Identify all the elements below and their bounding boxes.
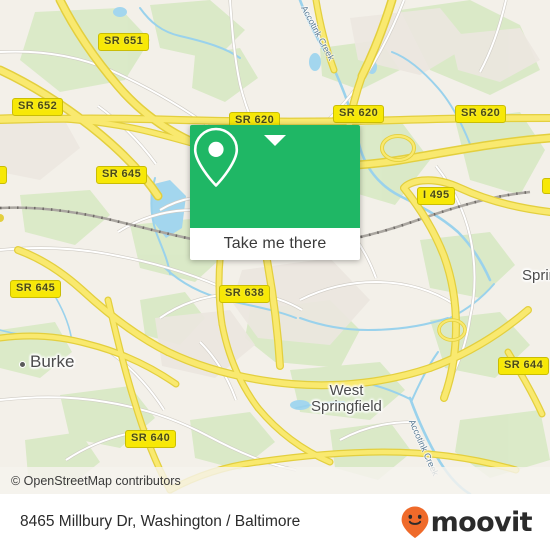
road-shield-sr-652[interactable]: SR 652 [12,98,64,116]
osm-attribution-text[interactable]: © OpenStreetMap contributors [0,474,181,488]
road-shield-clipped-right[interactable] [542,178,550,194]
address-label: 8465 Millbury Dr, Washington / Baltimore [20,513,301,530]
moovit-wordmark: moovit [430,506,533,538]
footer-bar: 8465 Millbury Dr, Washington / Baltimore… [0,494,550,550]
road-shield-sr-620-mid[interactable]: SR 620 [333,105,385,123]
road-shield-i-495[interactable]: I 495 [417,187,456,205]
map-screenshot: Accotink Creek Accotink Creek Burke West… [0,0,550,550]
osm-attribution-bar: © OpenStreetMap contributors [0,467,550,494]
moovit-pin-smile-icon [401,506,428,538]
popup-action-area[interactable]: Take me there [190,228,360,260]
map-pin-icon [193,127,239,187]
road-shield-sr-640[interactable]: SR 640 [125,430,177,448]
place-dot-burke [19,361,26,368]
place-label-burke: Burke [30,352,75,371]
popup-tail [264,135,286,146]
place-label-springfield-clipped: Sprin [522,267,550,284]
road-shield-clipped-left[interactable]: 1 [0,166,7,184]
place-label-west-springfield-line2: Springfield [311,398,382,415]
place-label-west-springfield-line1: West [329,382,364,399]
road-shield-sr-644[interactable]: SR 644 [498,357,550,375]
take-me-there-button[interactable]: Take me there [224,235,327,253]
road-shield-sr-645-south[interactable]: SR 645 [10,280,62,298]
road-shield-sr-645-north[interactable]: SR 645 [96,166,148,184]
place-label-west-springfield: West Springfield [311,383,382,415]
road-shield-sr-651[interactable]: SR 651 [98,33,150,51]
road-shield-sr-638[interactable]: SR 638 [219,285,271,303]
road-shield-sr-620-east[interactable]: SR 620 [455,105,507,123]
moovit-logo[interactable]: moovit [400,505,533,539]
map-canvas[interactable]: Accotink Creek Accotink Creek Burke West… [0,0,550,494]
